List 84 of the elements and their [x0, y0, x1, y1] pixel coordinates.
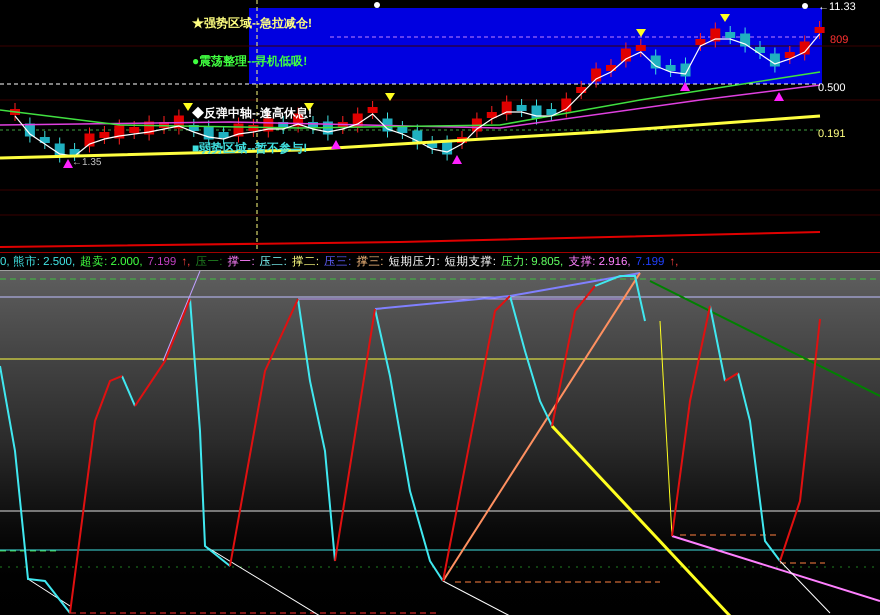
- buy-signal-icon: [680, 82, 690, 91]
- indicator-legend-text: 0, 熊市: 2.500,: [0, 254, 76, 268]
- dot-marker-icon: [802, 3, 808, 9]
- axis-label: 0.191: [818, 128, 846, 141]
- indicator-legend-text: 压三:: [324, 254, 352, 268]
- buy-signal-icon: [331, 140, 341, 149]
- candlestick: [725, 26, 736, 44]
- candlestick: [546, 102, 556, 122]
- indicator-legend-text: 7.199: [148, 254, 176, 268]
- candlestick: [666, 58, 676, 78]
- candlestick: [710, 22, 720, 48]
- candlestick: [784, 46, 795, 64]
- buy-signal-icon: [63, 159, 73, 168]
- indicator-legend-text: ↑,: [181, 254, 190, 268]
- candlestick: [129, 120, 140, 140]
- candlestick: [442, 135, 452, 161]
- indicator-legend-text: ↑,: [669, 254, 678, 268]
- candlestick: [368, 100, 378, 120]
- indicator-legend-text: 压一:: [195, 254, 222, 268]
- candlestick: [174, 109, 184, 135]
- candlestick: [620, 42, 631, 68]
- candlestick: [591, 62, 602, 88]
- candlestick: [40, 130, 50, 150]
- candlestick: [680, 57, 690, 83]
- indicator-legend-text: 短期支撑:: [444, 254, 496, 268]
- candlestick: [576, 80, 586, 100]
- candlestick: [695, 32, 706, 52]
- axis-label: 0.500: [818, 82, 846, 95]
- candlestick: [814, 20, 825, 40]
- candlestick: [606, 58, 616, 78]
- candlestick: [54, 137, 65, 163]
- sell-signal-icon: [720, 14, 730, 22]
- candlestick: [457, 130, 467, 150]
- buy-signal-icon: [452, 155, 462, 164]
- candlestick: [472, 112, 482, 138]
- indicator-legend-text: 撑三:: [356, 254, 384, 268]
- indicator-legend-text: 支撑: 2.916,: [568, 254, 631, 268]
- indicator-legend-text: 撑二:: [292, 254, 320, 268]
- indicator-legend-text: 撑一:: [227, 254, 255, 268]
- candlestick: [159, 116, 169, 134]
- indicator-legend-text: 短期压力:: [388, 254, 440, 268]
- falling-segment-line: [121, 376, 136, 406]
- candlestick: [144, 115, 154, 141]
- candlestick: [234, 117, 244, 143]
- buy-signal-icon: [774, 92, 784, 101]
- candlestick: [561, 92, 572, 118]
- dot-marker-icon: [374, 2, 380, 8]
- candlestick: [770, 47, 780, 73]
- trend-line: [28, 578, 70, 606]
- candlestick: [502, 95, 512, 121]
- candlestick: [397, 120, 408, 140]
- candlestick: [382, 112, 392, 138]
- axis-label: ←11.33: [818, 1, 856, 14]
- candlestick: [352, 107, 363, 133]
- candlestick: [114, 119, 124, 145]
- candlestick: [188, 118, 199, 138]
- candlestick: [636, 38, 646, 58]
- sell-signal-icon: [385, 93, 395, 101]
- falling-segment-line: [594, 275, 646, 322]
- candlestick: [532, 99, 542, 125]
- candlestick: [338, 116, 348, 134]
- rising-segment-line: [724, 372, 739, 382]
- candlestick: [650, 49, 661, 75]
- candlestick: [24, 117, 35, 143]
- sell-signal-icon: [636, 29, 646, 37]
- candlestick: [248, 118, 258, 138]
- candlestick: [755, 40, 765, 60]
- candlestick: [427, 136, 438, 154]
- axis-label: 809: [830, 34, 848, 47]
- low-price-label: ←1.35: [72, 157, 102, 169]
- candlestick: [10, 102, 20, 122]
- indicator-legend-text: 超卖: 2.000,: [80, 254, 143, 268]
- candlestick: [740, 27, 750, 53]
- candlestick: [486, 106, 497, 124]
- indicator-legend-text: 压二:: [260, 254, 287, 268]
- candlestick: [99, 126, 110, 144]
- candlestick: [412, 124, 422, 150]
- candlestick: [800, 35, 810, 61]
- candlestick: [84, 127, 94, 153]
- indicator-legend-text: 7.199: [636, 254, 664, 268]
- candlestick: [516, 98, 527, 118]
- sell-signal-icon: [183, 103, 193, 111]
- indicator-legend-text: 压力: 9.805,: [500, 254, 564, 268]
- candlestick: [322, 115, 333, 141]
